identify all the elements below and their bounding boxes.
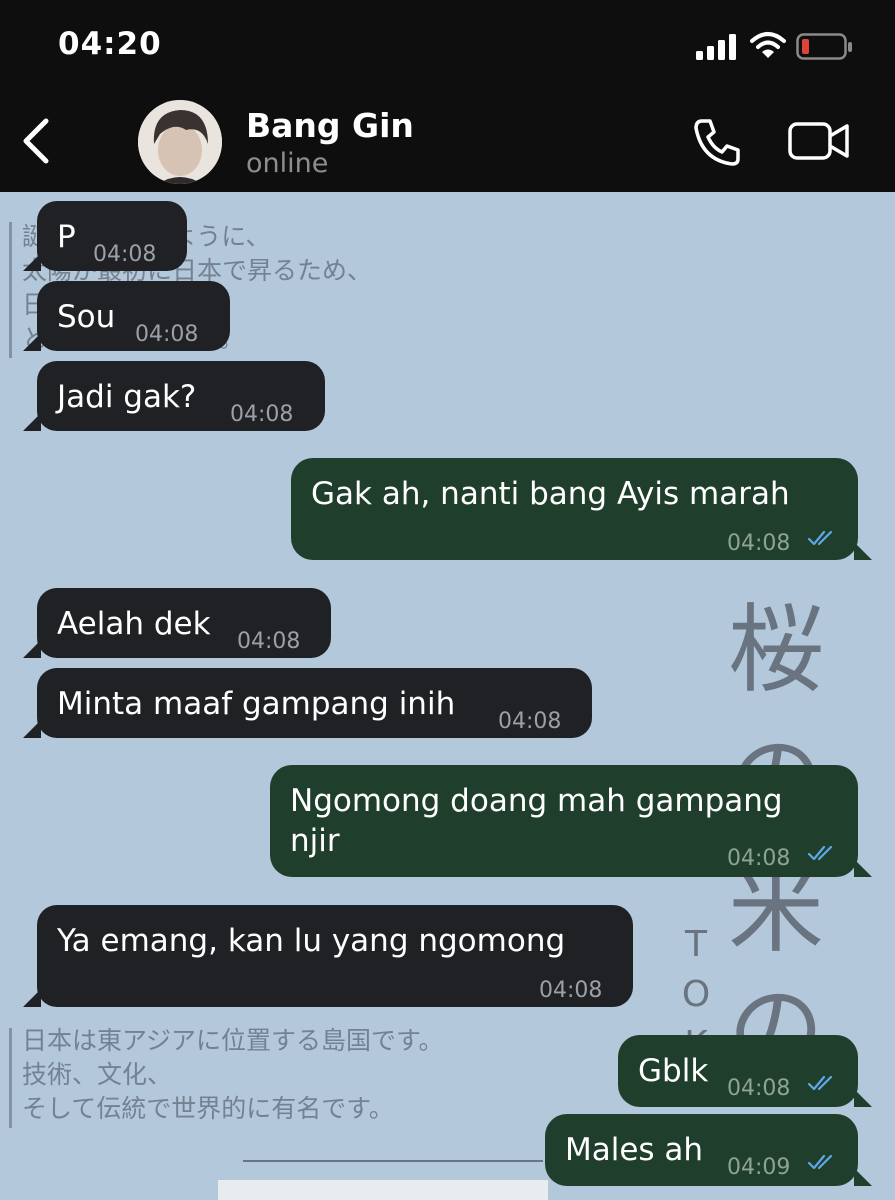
cellular-signal-icon — [696, 34, 736, 60]
message-text: Gblk — [638, 1053, 709, 1089]
message-text: P — [57, 219, 76, 255]
message-text-line-1: Ngomong doang mah gampang — [290, 783, 783, 819]
contact-avatar[interactable] — [138, 100, 222, 184]
battery-low-icon — [796, 33, 852, 60]
wallpaper-line — [243, 1160, 543, 1162]
incoming-message[interactable]: Sou 04:08 — [23, 281, 230, 351]
chat-header: 04:20 Bang Gin online — [0, 0, 895, 192]
outgoing-message[interactable]: Gak ah, nanti bang Ayis marah 04:08 — [291, 458, 872, 560]
message-text: Aelah dek — [57, 606, 211, 642]
outgoing-message[interactable]: Males ah 04:09 — [545, 1114, 872, 1186]
wallpaper-bar — [9, 222, 12, 358]
message-time: 04:08 — [727, 531, 791, 556]
incoming-message[interactable]: Minta maaf gampang inih 04:08 — [23, 668, 592, 738]
message-text: Ya emang, kan lu yang ngomong — [57, 923, 566, 959]
message-time: 04:08 — [539, 978, 603, 1003]
wallpaper-text-bottom: 日本は東アジアに位置する島国です。 技術、文化、 そして伝統で世界的に有名です。 — [22, 1026, 444, 1123]
message-time: 04:08 — [93, 242, 157, 267]
message-text: Gak ah, nanti bang Ayis marah — [311, 476, 790, 512]
outgoing-message[interactable]: Gblk 04:08 — [618, 1035, 872, 1107]
contact-status: online — [246, 148, 329, 179]
status-time: 04:20 — [58, 26, 162, 62]
video-camera-icon[interactable] — [788, 120, 850, 162]
message-time: 04:09 — [727, 1155, 791, 1180]
read-double-check-icon — [807, 845, 833, 861]
avatar-portrait-icon — [138, 100, 222, 184]
message-text: Jadi gak? — [57, 379, 197, 415]
message-time: 04:08 — [237, 629, 301, 654]
read-double-check-icon — [807, 1154, 833, 1170]
incoming-message[interactable]: P 04:08 — [23, 201, 187, 271]
wallpaper-letter: T — [685, 924, 707, 965]
wallpaper-paper — [218, 1180, 548, 1200]
message-text-line-2: njir — [290, 823, 340, 859]
message-text: Males ah — [565, 1132, 704, 1168]
message-time: 04:08 — [498, 709, 562, 734]
contact-name[interactable]: Bang Gin — [246, 106, 414, 145]
wifi-icon — [750, 32, 786, 58]
incoming-message[interactable]: Aelah dek 04:08 — [23, 588, 331, 658]
wallpaper-kanji: 桜 — [728, 594, 824, 706]
incoming-message[interactable]: Jadi gak? 04:08 — [23, 361, 325, 431]
read-double-check-icon — [807, 1075, 833, 1091]
message-time: 04:08 — [135, 322, 199, 347]
message-text: Minta maaf gampang inih — [57, 686, 456, 722]
wallpaper-letter: O — [681, 974, 711, 1015]
outgoing-message[interactable]: Ngomong doang mah gampang njir 04:08 — [270, 765, 872, 877]
phone-icon[interactable] — [690, 116, 742, 168]
message-text: Sou — [57, 299, 116, 335]
back-chevron-icon[interactable] — [18, 116, 54, 166]
read-double-check-icon — [807, 530, 833, 546]
message-time: 04:08 — [727, 1076, 791, 1101]
message-time: 04:08 — [727, 846, 791, 871]
message-time: 04:08 — [230, 402, 294, 427]
wallpaper-bar — [9, 1028, 12, 1128]
incoming-message[interactable]: Ya emang, kan lu yang ngomong 04:08 — [23, 905, 633, 1007]
